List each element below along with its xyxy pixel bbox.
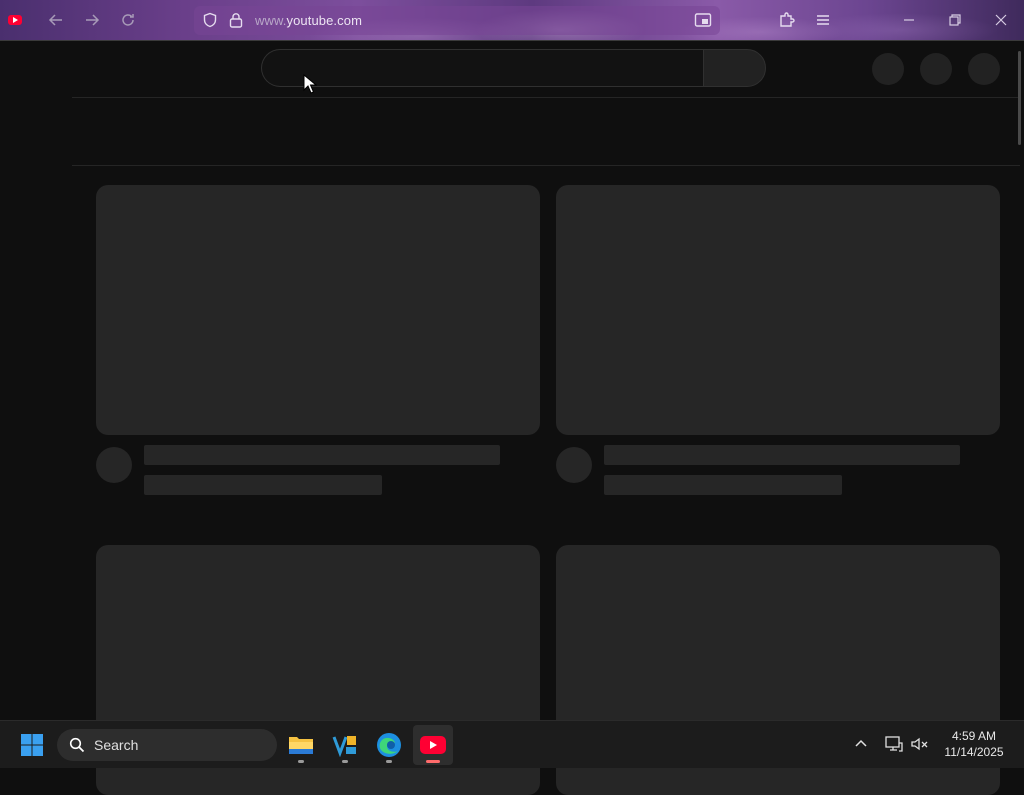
browser-toolbar: www.youtube.com: [0, 0, 1024, 40]
lock-icon[interactable]: [229, 12, 243, 28]
header-placeholder-button[interactable]: [920, 53, 952, 85]
channel-avatar-placeholder: [96, 447, 132, 483]
folder-icon: [289, 737, 313, 754]
title-placeholder: [604, 445, 960, 465]
restore-icon: [949, 14, 961, 26]
mouse-cursor-icon: [303, 74, 317, 94]
close-icon: [995, 14, 1007, 26]
extensions-button[interactable]: [778, 11, 796, 29]
taskbar-search-box[interactable]: Search: [57, 729, 277, 761]
minimize-button[interactable]: [900, 11, 918, 29]
forward-button[interactable]: [82, 10, 102, 30]
address-bar[interactable]: www.youtube.com: [194, 6, 720, 35]
volume-muted-icon[interactable]: [910, 735, 930, 753]
puzzle-icon: [780, 12, 795, 27]
picture-in-picture-icon[interactable]: [694, 12, 712, 28]
url-text[interactable]: www.youtube.com: [255, 13, 362, 28]
back-button[interactable]: [46, 10, 66, 30]
restore-button[interactable]: [946, 11, 964, 29]
hamburger-menu-icon: [817, 15, 829, 25]
clock-date: 11/14/2025: [944, 745, 1004, 759]
header-placeholder-button[interactable]: [872, 53, 904, 85]
edge-browser-icon: [377, 733, 401, 757]
youtube-favicon-icon[interactable]: [6, 12, 24, 28]
shield-icon[interactable]: [202, 12, 218, 28]
youtube-icon: [420, 736, 446, 754]
avatar-placeholder[interactable]: [968, 53, 1000, 85]
taskbar-app-youtube[interactable]: [413, 725, 453, 765]
search-input[interactable]: [261, 49, 703, 87]
taskbar: Search 4:59 AM 11/14/2025: [0, 720, 1024, 768]
search-icon: [69, 737, 85, 753]
metadata-placeholder: [144, 475, 382, 495]
chips-divider: [72, 165, 1020, 166]
channel-avatar-placeholder: [556, 447, 592, 483]
scrollbar-thumb[interactable]: [1018, 51, 1021, 145]
arrow-right-icon: [86, 14, 100, 26]
arrow-left-icon: [48, 14, 62, 26]
taskbar-app-visual-studio[interactable]: [325, 725, 365, 765]
title-placeholder: [144, 445, 500, 465]
header-divider: [72, 97, 1020, 98]
clock-time: 4:59 AM: [951, 729, 997, 743]
close-button[interactable]: [992, 11, 1010, 29]
menu-button[interactable]: [814, 11, 832, 29]
search-button[interactable]: [703, 49, 766, 87]
minimize-icon: [904, 19, 914, 21]
url-domain: youtube.com: [286, 13, 363, 28]
system-clock[interactable]: 4:59 AM 11/14/2025: [938, 729, 1010, 760]
url-prefix: www.: [255, 13, 287, 28]
reload-icon: [122, 14, 134, 26]
taskbar-app-microsoft-edge[interactable]: [369, 725, 409, 765]
metadata-placeholder: [604, 475, 842, 495]
taskbar-search-label: Search: [94, 737, 139, 753]
thumbnail-placeholder: [556, 185, 1000, 435]
chevron-up-icon[interactable]: [852, 735, 870, 753]
visual-studio-icon: [332, 736, 356, 757]
windows-start-icon[interactable]: [20, 733, 44, 757]
thumbnail-placeholder: [96, 185, 540, 435]
reload-button[interactable]: [118, 10, 138, 30]
network-icon[interactable]: [884, 735, 904, 753]
youtube-page: [0, 41, 1024, 795]
taskbar-app-file-explorer[interactable]: [281, 725, 321, 765]
